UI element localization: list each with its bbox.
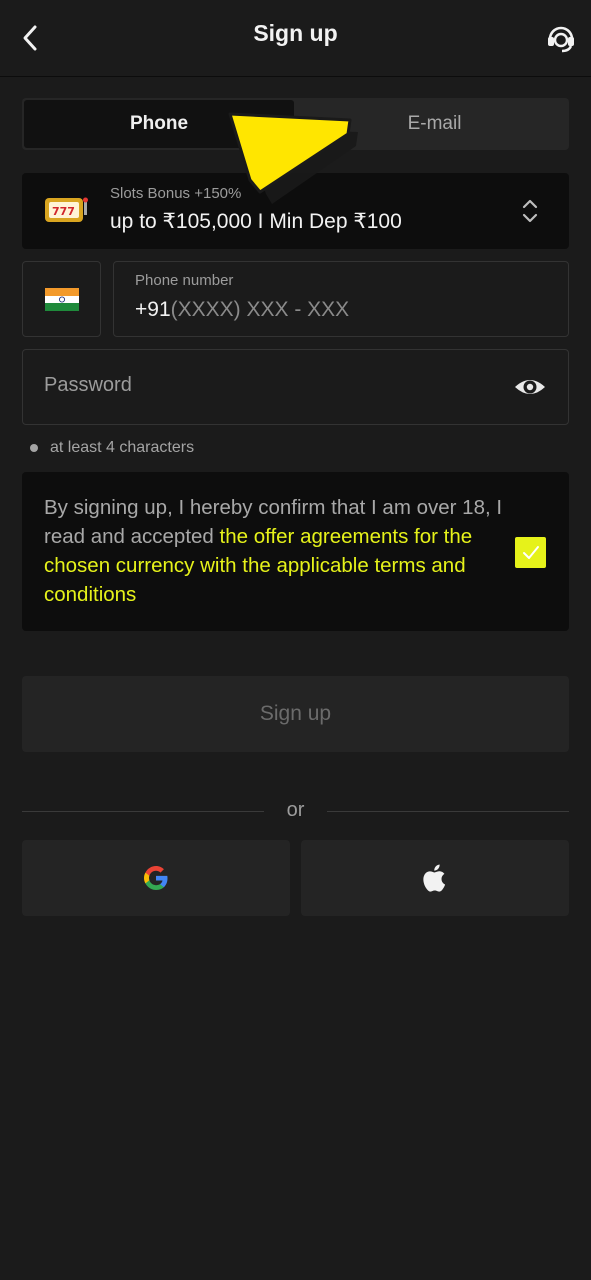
eye-icon[interactable] [513, 372, 547, 402]
bonus-title: up to ₹105,000 I Min Dep ₹100 [110, 210, 402, 233]
password-hint: at least 4 characters [50, 439, 195, 456]
terms-text: By signing up, I hereby confirm that I a… [44, 493, 504, 609]
signup-button[interactable]: Sign up [22, 676, 569, 752]
google-signin-button[interactable] [22, 840, 290, 916]
phone-number-value: +91(XXXX) XXX - XXX [135, 298, 349, 322]
phone-mask: (XXXX) XXX - XXX [170, 298, 350, 321]
terms-panel: By signing up, I hereby confirm that I a… [22, 472, 569, 631]
phone-number-label: Phone number [135, 272, 234, 289]
password-placeholder: Password [44, 374, 132, 396]
apple-icon [423, 864, 446, 892]
apple-signin-button[interactable] [301, 840, 569, 916]
india-flag-icon [45, 288, 79, 311]
terms-checkbox[interactable] [515, 537, 546, 568]
hint-bullet [30, 444, 38, 452]
checkmark-icon [522, 545, 539, 559]
phone-prefix: +91 [135, 298, 171, 321]
country-selector[interactable] [22, 261, 101, 337]
password-field[interactable]: Password [22, 349, 569, 425]
google-icon [144, 866, 168, 890]
slot-machine-icon: 777 [45, 197, 88, 222]
page-title: Sign up [253, 20, 338, 46]
svg-text:777: 777 [52, 205, 75, 218]
divider-right [327, 811, 569, 812]
chevron-up-down-icon [522, 199, 538, 223]
headset-support-icon [548, 26, 574, 53]
support-button[interactable] [541, 18, 581, 58]
pointer-arrow-overlay [228, 112, 358, 204]
phone-number-field[interactable]: Phone number +91(XXXX) XXX - XXX [113, 261, 569, 337]
